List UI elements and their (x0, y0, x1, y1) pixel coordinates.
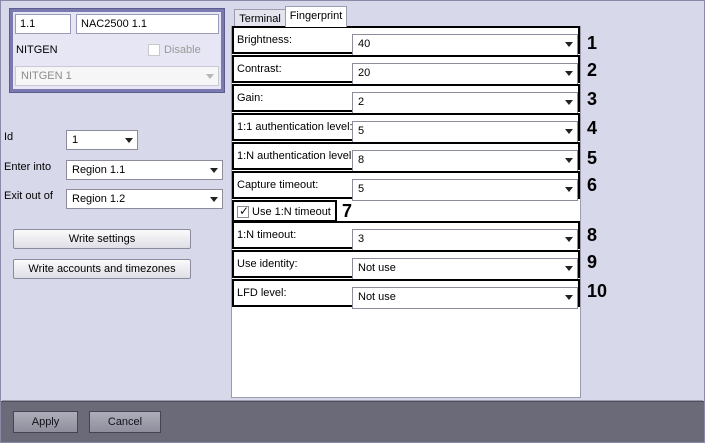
timeout-1n-row: 1:N timeout: 3 (232, 221, 580, 251)
marker-7: 7 (342, 201, 353, 221)
timeout-1n-label: 1:N timeout: (237, 229, 297, 241)
gain-row: Gain: 2 (232, 84, 580, 114)
use-1n-timeout-label: Use 1:N timeout (252, 206, 331, 218)
disable-checkbox[interactable]: Disable (146, 42, 220, 58)
marker-6: 6 (587, 175, 598, 195)
contrast-label: Contrast: (237, 63, 282, 75)
auth-1-1-row: 1:1 authentication level: 5 (232, 113, 580, 143)
enter-into-label: Enter into (4, 161, 52, 173)
lfd-level-select[interactable]: Not use (352, 287, 578, 309)
id-select[interactable]: 1 (66, 130, 138, 150)
chevron-down-icon (565, 187, 573, 192)
use-identity-value: Not use (358, 262, 396, 274)
gain-value: 2 (358, 96, 365, 108)
marker-5: 5 (587, 148, 598, 168)
marker-1: 1 (587, 33, 598, 53)
gain-select[interactable]: 2 (352, 92, 578, 114)
contrast-row: Contrast: 20 (232, 55, 580, 85)
apply-button[interactable]: Apply (13, 411, 78, 433)
chevron-down-icon (210, 197, 218, 202)
capture-timeout-label: Capture timeout: (237, 179, 319, 191)
chevron-down-icon (565, 266, 573, 271)
enter-into-value: Region 1.1 (72, 164, 126, 176)
chevron-down-icon (565, 295, 573, 300)
device-name-field[interactable]: NAC2500 1.1 (76, 14, 219, 34)
chevron-down-icon (565, 129, 573, 134)
auth-1-n-select[interactable]: 8 (352, 150, 578, 172)
lfd-level-label: LFD level: (237, 287, 287, 299)
disable-checkbox-box[interactable] (148, 44, 160, 56)
brightness-select[interactable]: 40 (352, 34, 578, 56)
id-value: 1 (72, 134, 79, 146)
chevron-down-icon (565, 71, 573, 76)
use-identity-select[interactable]: Not use (352, 258, 578, 280)
marker-8: 8 (587, 225, 598, 245)
device-model-value: NITGEN 1 (21, 70, 72, 82)
chevron-down-icon (565, 42, 573, 47)
lfd-level-row: LFD level: Not use (232, 279, 580, 309)
device-box-inner: 1.1 NAC2500 1.1 NITGEN Disable NITGEN 1 (13, 12, 221, 89)
tab-fingerprint[interactable]: Fingerprint (285, 6, 347, 27)
auth-1-1-select[interactable]: 5 (352, 121, 578, 143)
contrast-select[interactable]: 20 (352, 63, 578, 85)
marker-3: 3 (587, 89, 598, 109)
capture-timeout-select[interactable]: 5 (352, 179, 578, 201)
use-1n-timeout-checkbox[interactable] (237, 204, 249, 218)
auth-1-n-label: 1:N authentication level: (237, 150, 355, 162)
id-label: Id (4, 131, 14, 143)
exit-out-of-value: Region 1.2 (72, 193, 126, 205)
exit-out-of-select[interactable]: Region 1.2 (66, 189, 223, 209)
brightness-label: Brightness: (237, 34, 293, 46)
timeout-1n-select[interactable]: 3 (352, 229, 578, 251)
chevron-down-icon (125, 138, 133, 143)
use-1n-timeout-row[interactable]: Use 1:N timeout (232, 200, 337, 222)
cancel-button[interactable]: Cancel (89, 411, 161, 433)
marker-2: 2 (587, 60, 598, 80)
capture-timeout-value: 5 (358, 183, 365, 195)
write-accounts-button[interactable]: Write accounts and timezones (13, 259, 191, 279)
chevron-down-icon (206, 74, 214, 79)
exit-out-of-label: Exit out of (4, 190, 53, 202)
device-number-field[interactable]: 1.1 (15, 14, 71, 34)
chevron-down-icon (565, 237, 573, 242)
disable-checkbox-label: Disable (164, 44, 201, 56)
device-type-label: NITGEN (16, 44, 58, 56)
gain-label: Gain: (237, 92, 264, 104)
marker-10: 10 (587, 281, 608, 301)
auth-1-n-value: 8 (358, 154, 365, 166)
auth-1-1-label: 1:1 authentication level: (237, 121, 353, 133)
timeout-1n-value: 3 (358, 233, 365, 245)
chevron-down-icon (210, 168, 218, 173)
contrast-value: 20 (358, 67, 371, 79)
write-settings-button[interactable]: Write settings (13, 229, 191, 249)
enter-into-select[interactable]: Region 1.1 (66, 160, 223, 180)
brightness-value: 40 (358, 38, 371, 50)
marker-9: 9 (587, 252, 598, 272)
marker-4: 4 (587, 118, 598, 138)
chevron-down-icon (565, 158, 573, 163)
chevron-down-icon (565, 100, 573, 105)
use-identity-row: Use identity: Not use (232, 250, 580, 280)
brightness-row: Brightness: 40 (232, 26, 580, 56)
capture-timeout-row: Capture timeout: 5 (232, 171, 580, 201)
auth-1-n-row: 1:N authentication level: 8 (232, 142, 580, 172)
use-identity-label: Use identity: (237, 258, 298, 270)
tab-terminal[interactable]: Terminal (234, 9, 286, 27)
device-box: 1.1 NAC2500 1.1 NITGEN Disable NITGEN 1 (9, 8, 225, 93)
device-model-select[interactable]: NITGEN 1 (15, 66, 219, 86)
lfd-level-value: Not use (358, 291, 396, 303)
auth-1-1-value: 5 (358, 125, 365, 137)
